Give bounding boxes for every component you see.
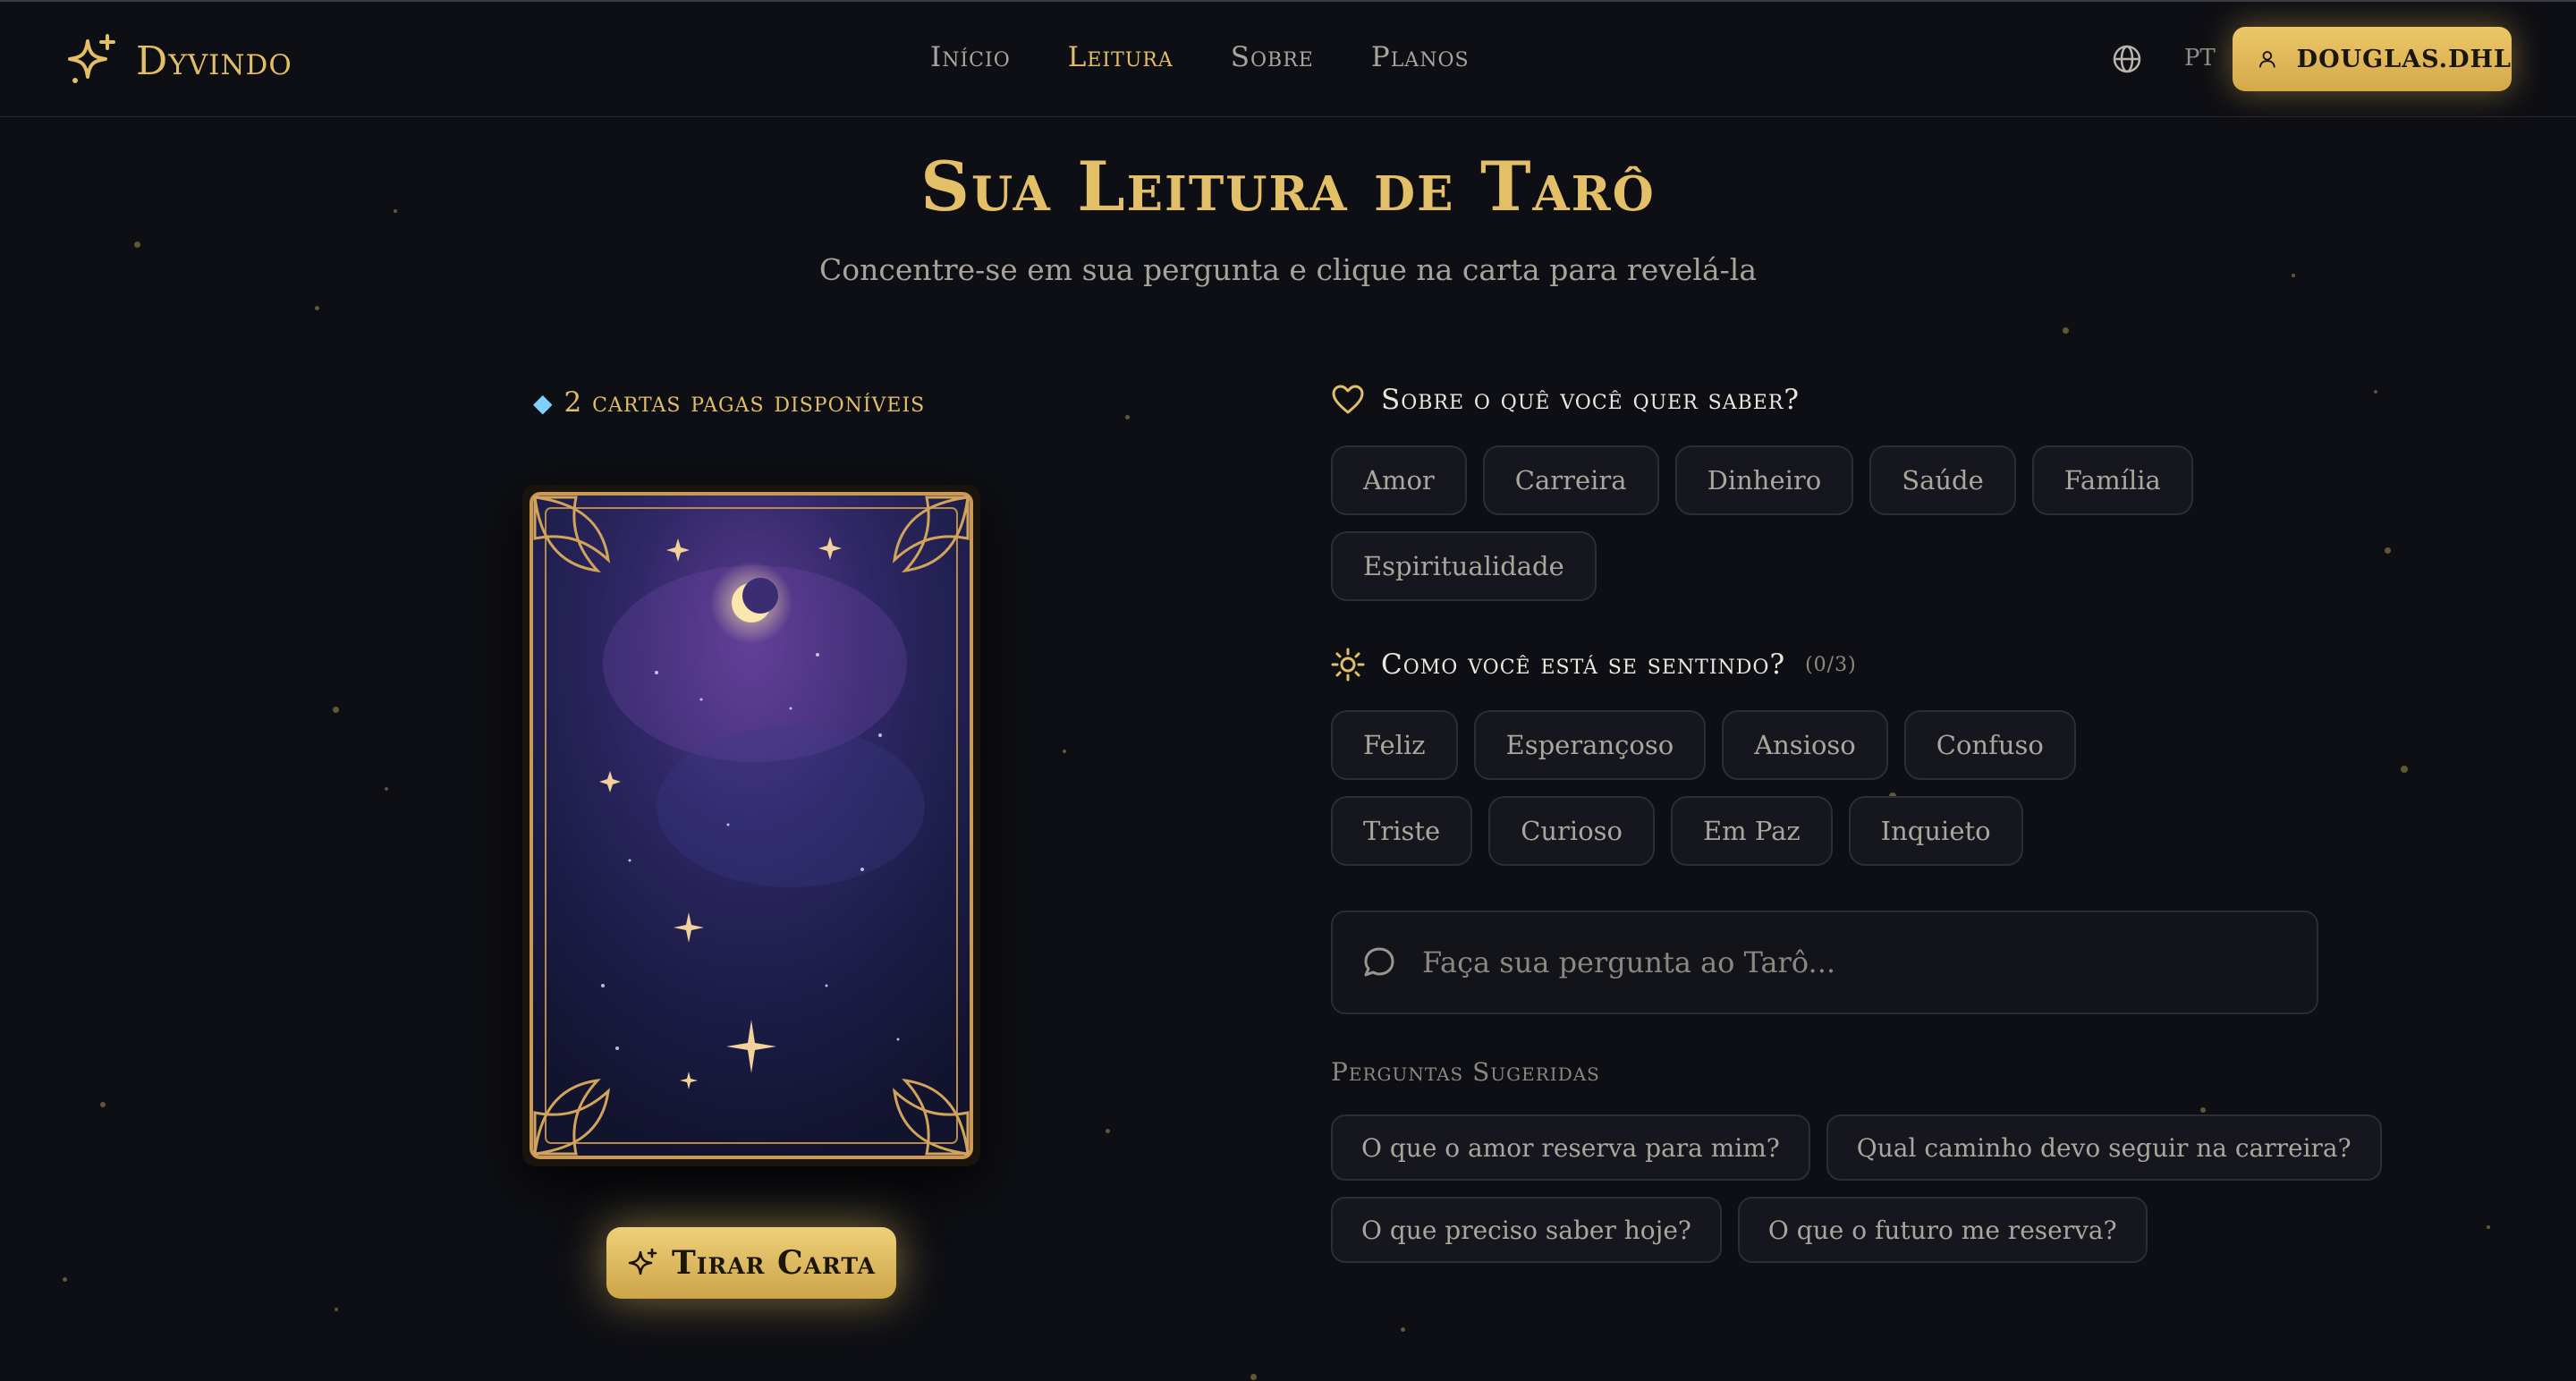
feeling-chip-em-paz[interactable]: Em Paz	[1671, 796, 1833, 866]
nav-item-leitura[interactable]: Leitura	[1068, 41, 1174, 73]
sparkle-icon	[628, 1248, 657, 1275]
topic-chip-dinheiro[interactable]: Dinheiro	[1674, 445, 1854, 515]
nav-item-planos[interactable]: Planos	[1371, 41, 1470, 73]
draw-card-button[interactable]: Tirar Carta	[606, 1227, 896, 1299]
suggested-row-1: O que o amor reserva para mim? Qual cami…	[1331, 1114, 2382, 1181]
suggested-question[interactable]: O que o futuro me reserva?	[1737, 1197, 2148, 1263]
topic-chip-familia[interactable]: Família	[2031, 445, 2193, 515]
user-icon	[2258, 51, 2275, 68]
feeling-chip-confuso[interactable]: Confuso	[1903, 710, 2076, 780]
top-navbar: Dyvindo Início Leitura Sobre Planos PT D…	[0, 2, 2576, 117]
brand-name: Dyvindo	[136, 38, 292, 84]
language-selector[interactable]: PT	[2184, 45, 2216, 72]
paid-cards-label: 2 cartas pagas disponíveis	[564, 386, 926, 419]
feelings-heading-text: Como você está se sentindo?	[1381, 648, 1786, 681]
topics-heading-text: Sobre o quê você quer saber?	[1381, 384, 1801, 416]
tarot-card-back[interactable]	[522, 485, 980, 1166]
sparkle-icon	[68, 34, 115, 83]
page-subtitle: Concentre-se em sua pergunta e clique na…	[818, 252, 1758, 287]
card-artwork	[522, 485, 980, 1166]
topic-chip-amor[interactable]: Amor	[1331, 445, 1467, 515]
feeling-chip-curioso[interactable]: Curioso	[1488, 796, 1655, 866]
nav-item-inicio[interactable]: Início	[930, 41, 1011, 73]
chat-bubble-icon	[1364, 947, 1394, 977]
feeling-chip-esperancoso[interactable]: Esperançoso	[1473, 710, 1707, 780]
heart-icon	[1332, 385, 1364, 414]
main-menu: Início Leitura Sobre Planos	[930, 41, 1470, 73]
suggested-question[interactable]: O que o amor reserva para mim?	[1331, 1114, 1810, 1181]
feeling-chip-ansioso[interactable]: Ansioso	[1722, 710, 1888, 780]
suggested-question[interactable]: O que preciso saber hoje?	[1331, 1197, 1722, 1263]
question-input[interactable]	[1420, 945, 2283, 980]
suggested-question[interactable]: Qual caminho devo seguir na carreira?	[1826, 1114, 2382, 1181]
paid-cards-badge: ◆ 2 cartas pagas disponíveis	[533, 386, 925, 419]
user-account-button[interactable]: DOUGLAS.DHL	[2233, 27, 2512, 91]
feeling-chip-feliz[interactable]: Feliz	[1331, 710, 1458, 780]
suggested-row-2: O que preciso saber hoje? O que o futuro…	[1331, 1197, 2148, 1263]
topic-chip-espiritualidade[interactable]: Espiritualidade	[1331, 531, 1597, 601]
user-name: DOUGLAS.DHL	[2296, 45, 2512, 73]
suggested-heading: Perguntas Sugeridas	[1331, 1057, 1600, 1087]
feelings-heading: Como você está se sentindo? (0/3)	[1331, 648, 1857, 682]
sun-icon	[1331, 648, 1365, 682]
topic-chip-saude[interactable]: Saúde	[1869, 445, 2016, 515]
topics-heading: Sobre o quê você quer saber?	[1331, 383, 1800, 417]
feeling-chip-inquieto[interactable]: Inquieto	[1848, 796, 2023, 866]
topic-chips: Amor Carreira Dinheiro Saúde Família Esp…	[1331, 445, 2318, 601]
feeling-chip-triste[interactable]: Triste	[1331, 796, 1473, 866]
draw-card-label: Tirar Carta	[672, 1244, 876, 1282]
gem-icon: ◆	[533, 387, 554, 418]
brand-logo[interactable]: Dyvindo	[64, 32, 292, 89]
page-title: Sua Leitura de Tarô	[920, 147, 1656, 226]
feelings-count: (0/3)	[1805, 653, 1857, 676]
globe-icon[interactable]	[2111, 43, 2143, 75]
nav-item-sobre[interactable]: Sobre	[1231, 41, 1314, 73]
topic-chip-carreira[interactable]: Carreira	[1482, 445, 1659, 515]
feeling-chips: Feliz Esperançoso Ansioso Confuso Triste…	[1331, 710, 2225, 866]
question-box	[1331, 911, 2318, 1014]
